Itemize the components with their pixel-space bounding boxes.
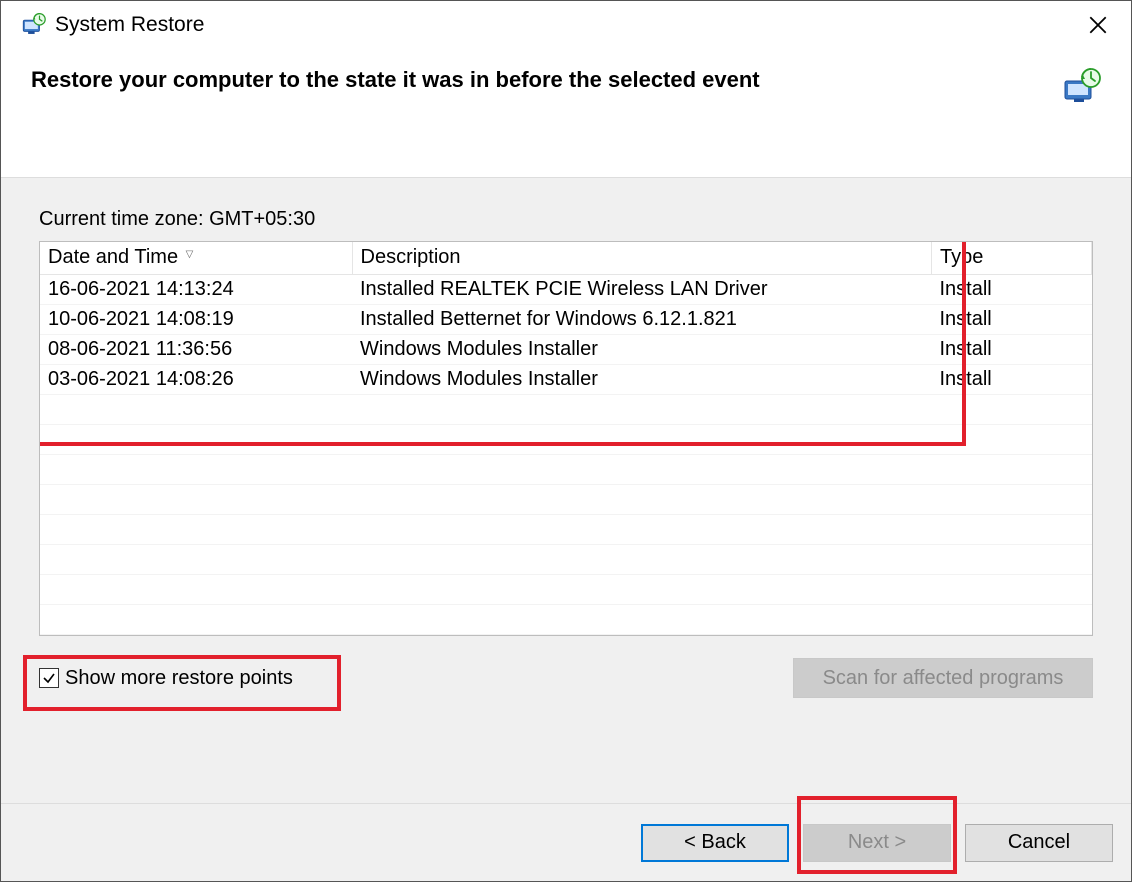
cell-date: 08-06-2021 11:36:56 [40,334,352,364]
column-header-type-label: Type [940,246,983,268]
cell-type: Install [932,304,1092,334]
system-restore-large-icon [1061,67,1101,107]
cell-desc: Windows Modules Installer [352,334,932,364]
back-button-label: < Back [684,831,746,854]
table-row-empty: . [40,544,1092,574]
column-header-description-label: Description [361,246,461,268]
table-row-empty: . [40,394,1092,424]
close-button[interactable] [1075,8,1121,42]
wizard-footer: < Back Next > Cancel [1,803,1131,881]
table-row[interactable]: 10-06-2021 14:08:19 Installed Betternet … [40,304,1092,334]
cell-desc: Installed Betternet for Windows 6.12.1.8… [352,304,932,334]
sort-descending-icon: ▽ [186,249,194,260]
next-button-label: Next > [848,831,906,854]
cell-date: 16-06-2021 14:13:24 [40,274,352,304]
column-header-date-label: Date and Time [48,246,178,268]
restore-points-table-wrap: Date and Time ▽ Description Type 16-06-2… [39,241,1093,636]
cell-date: 03-06-2021 14:08:26 [40,364,352,394]
cell-desc: Windows Modules Installer [352,364,932,394]
close-icon [1089,16,1107,34]
cancel-button[interactable]: Cancel [965,824,1113,862]
table-row-empty: . [40,514,1092,544]
column-header-type[interactable]: Type [932,242,1092,274]
scan-button-label: Scan for affected programs [823,667,1064,690]
cell-type: Install [932,274,1092,304]
table-row-empty: . [40,454,1092,484]
column-header-date[interactable]: Date and Time ▽ [40,242,352,274]
show-more-wrap: Show more restore points [39,667,293,690]
table-row-empty: . [40,604,1092,634]
content-area: Current time zone: GMT+05:30 Date and Ti… [1,177,1131,803]
titlebar: System Restore [1,1,1131,49]
next-button: Next > [803,824,951,862]
cell-date: 10-06-2021 14:08:19 [40,304,352,334]
header-area: Restore your computer to the state it wa… [1,49,1131,117]
cell-desc: Installed REALTEK PCIE Wireless LAN Driv… [352,274,932,304]
table-row-empty: . [40,484,1092,514]
below-table-row: Show more restore points Scan for affect… [39,658,1093,698]
page-heading: Restore your computer to the state it wa… [31,67,1051,93]
show-more-label: Show more restore points [65,667,293,690]
table-row[interactable]: 03-06-2021 14:08:26 Windows Modules Inst… [40,364,1092,394]
timezone-label: Current time zone: GMT+05:30 [39,208,1093,231]
table-row-empty: . [40,424,1092,454]
system-restore-icon [19,11,47,39]
back-button[interactable]: < Back [641,824,789,862]
table-row[interactable]: 08-06-2021 11:36:56 Windows Modules Inst… [40,334,1092,364]
show-more-checkbox[interactable] [39,668,59,688]
system-restore-window: System Restore Restore your computer to … [0,0,1132,882]
table-row-empty: . [40,574,1092,604]
cancel-button-label: Cancel [1008,831,1070,854]
window-title: System Restore [55,13,204,37]
cell-type: Install [932,334,1092,364]
column-header-description[interactable]: Description [352,242,932,274]
scan-affected-programs-button: Scan for affected programs [793,658,1093,698]
restore-points-table[interactable]: Date and Time ▽ Description Type 16-06-2… [40,242,1092,635]
table-row[interactable]: 16-06-2021 14:13:24 Installed REALTEK PC… [40,274,1092,304]
checkmark-icon [42,671,56,685]
cell-type: Install [932,364,1092,394]
